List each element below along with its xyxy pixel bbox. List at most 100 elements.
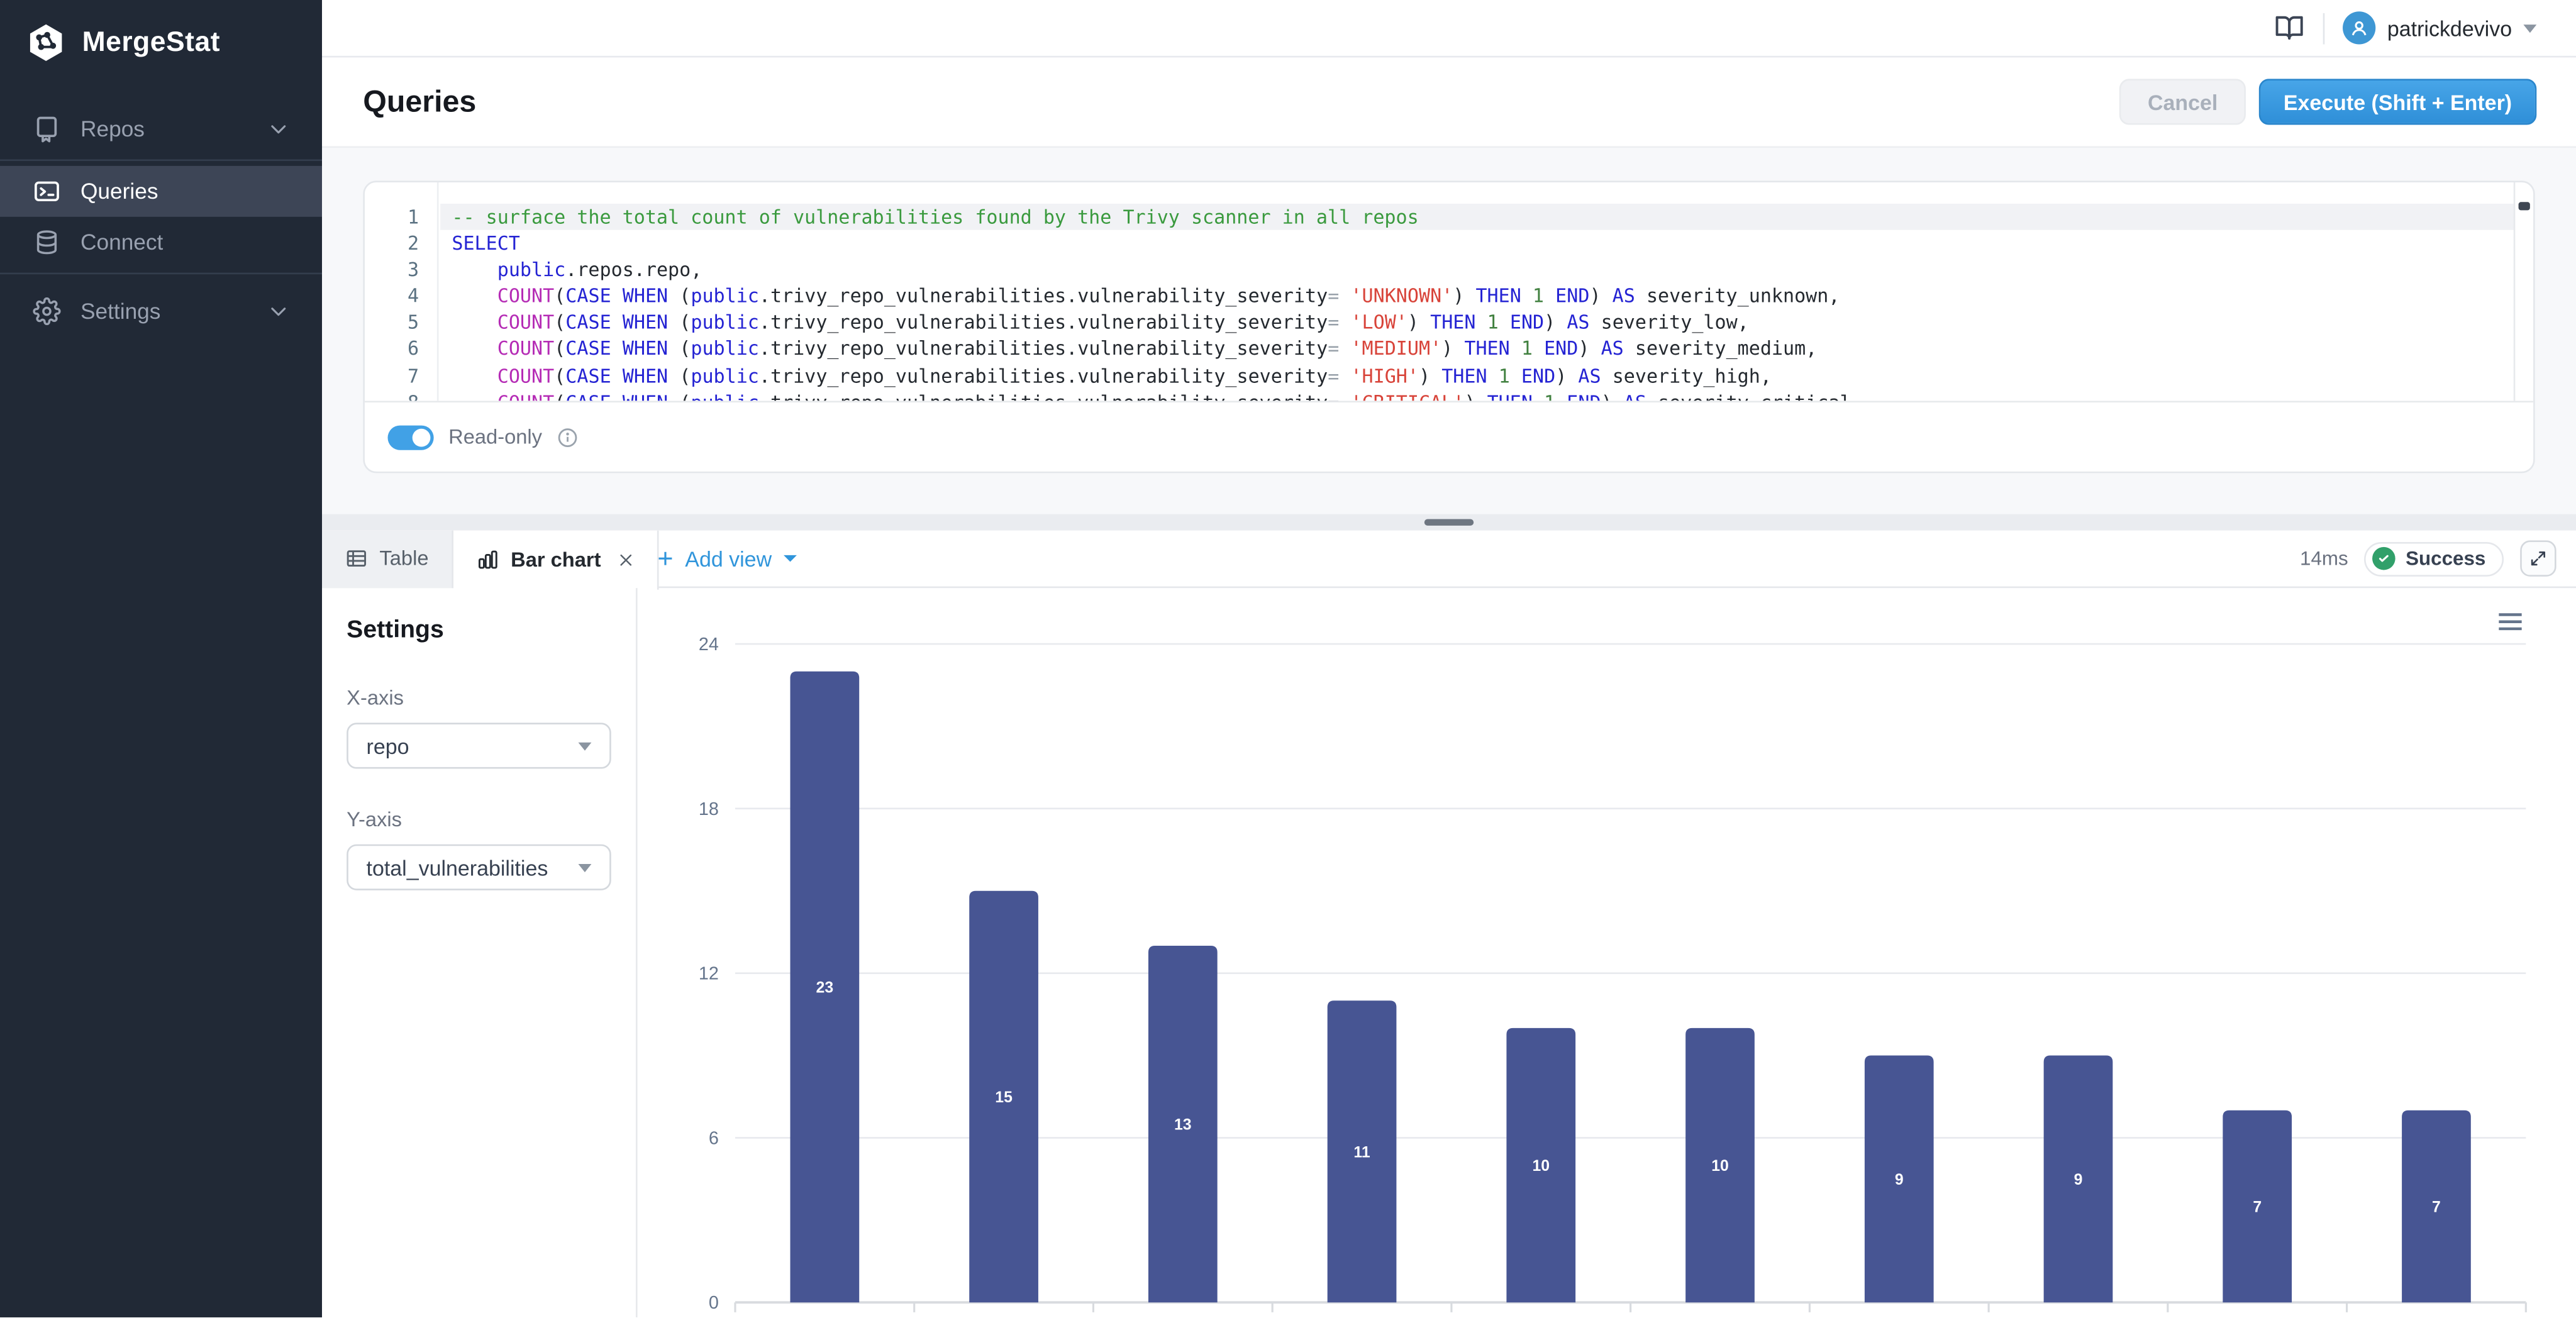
bar-value-label: 9: [1895, 1171, 1904, 1188]
y-tick-label: 6: [709, 1128, 719, 1148]
editor-scrollbar[interactable]: [2514, 182, 2533, 401]
toggle-knob: [413, 428, 431, 446]
sidebar-item-label: Settings: [80, 299, 160, 323]
execute-button[interactable]: Execute (Shift + Enter): [2259, 79, 2537, 125]
user-name: patrickdevivo: [2387, 16, 2512, 40]
y-tick-label: 12: [699, 964, 719, 984]
code-line-7: COUNT(CASE WHEN (public.trivy_repo_vulne…: [440, 362, 2515, 389]
tab-table[interactable]: Table: [322, 529, 453, 588]
sidebar-item-label: Queries: [80, 179, 158, 204]
y-axis-select[interactable]: total_vulnerabilities: [347, 845, 611, 890]
sidebar-divider: [0, 273, 322, 275]
status-badge: Success: [2365, 541, 2504, 576]
sidebar-item-settings[interactable]: Settings: [0, 286, 322, 337]
sidebar-nav: Repos Queries Connect Settings: [0, 104, 322, 337]
mergestat-logo[interactable]: MergeStat: [25, 19, 220, 65]
bar-chart-icon: [476, 548, 499, 572]
database-icon: [33, 228, 60, 256]
sidebar-item-repos[interactable]: Repos: [0, 104, 322, 155]
sidebar-item-queries[interactable]: Queries: [0, 166, 322, 217]
table-icon: [345, 548, 369, 571]
bar-value-label: 10: [1532, 1158, 1550, 1175]
sidebar-item-label: Connect: [80, 230, 163, 255]
y-axis-value: total_vulnerabilities: [367, 855, 548, 880]
bar-value-label: 23: [816, 980, 834, 997]
code-line-1: -- surface the total count of vulnerabil…: [440, 204, 2515, 230]
info-icon: [557, 426, 579, 448]
gear-icon: [33, 297, 60, 325]
close-tab-icon[interactable]: [618, 551, 634, 568]
bar-chart: 241812602315131110109977: [639, 588, 2576, 1318]
sidebar: MergeStat Repos Queries Connect Settings: [0, 0, 322, 1318]
user-avatar-icon: [2343, 11, 2375, 44]
add-view-label: Add view: [685, 546, 772, 571]
code-line-5: COUNT(CASE WHEN (public.trivy_repo_vulne…: [440, 309, 2515, 336]
line-number: 6: [365, 336, 437, 362]
settings-title: Settings: [347, 616, 444, 644]
caret-down-icon: [579, 863, 592, 872]
bar-value-label: 10: [1711, 1158, 1729, 1175]
sidebar-item-label: Repos: [80, 116, 145, 141]
status-label: Success: [2406, 548, 2485, 571]
readonly-row: Read-only: [365, 401, 2533, 471]
bar-chart-area: 241812602315131110109977: [639, 588, 2576, 1318]
editor-section: 12345678 -- surface the total count of v…: [322, 148, 2576, 514]
bar-value-label: 7: [2253, 1199, 2262, 1216]
results-body: Settings X-axis repo Y-axis total_vulner…: [322, 588, 2576, 1318]
results-tabbar: Table Bar chart Add view 14ms Success: [322, 529, 2576, 588]
chart-settings-panel: Settings X-axis repo Y-axis total_vulner…: [322, 588, 638, 1318]
code-line-4: COUNT(CASE WHEN (public.trivy_repo_vulne…: [440, 283, 2515, 309]
repo-book-icon: [33, 115, 60, 143]
line-number: 2: [365, 230, 437, 257]
page-header: Queries Cancel Execute (Shift + Enter): [322, 57, 2576, 148]
pane-resize-band: [322, 514, 2576, 530]
code-line-3: public.repos.repo,: [440, 257, 2515, 283]
pane-resize-handle[interactable]: [1424, 518, 1474, 526]
results-section: Table Bar chart Add view 14ms Success: [322, 529, 2576, 1318]
app-title: MergeStat: [82, 26, 220, 59]
bar-value-label: 15: [995, 1089, 1013, 1106]
tabbar-right: 14ms Success: [2300, 529, 2557, 588]
query-duration: 14ms: [2300, 548, 2348, 571]
topbar: patrickdevivo: [322, 0, 2576, 57]
topbar-right: patrickdevivo: [2274, 0, 2537, 56]
user-menu[interactable]: patrickdevivo: [2343, 11, 2536, 44]
sql-code-editor[interactable]: 12345678 -- surface the total count of v…: [365, 182, 2533, 401]
topbar-divider: [2323, 13, 2325, 44]
editor-scrollbar-thumb[interactable]: [2519, 202, 2530, 210]
add-view-button[interactable]: Add view: [655, 529, 796, 588]
line-number: 1: [365, 204, 437, 230]
plus-icon: [655, 549, 675, 568]
readonly-toggle[interactable]: [387, 424, 433, 449]
docs-book-icon[interactable]: [2274, 13, 2306, 43]
code-line-8: COUNT(CASE WHEN (public.trivy_repo_vulne…: [440, 389, 2515, 401]
sidebar-item-connect[interactable]: Connect: [0, 217, 322, 268]
page-title: Queries: [363, 57, 476, 146]
bar-value-label: 9: [2074, 1171, 2083, 1188]
chart-menu-icon[interactable]: [2499, 612, 2522, 631]
sql-editor-card: 12345678 -- surface the total count of v…: [363, 180, 2534, 473]
fullscreen-button[interactable]: [2520, 541, 2556, 577]
app-window: MergeStat Repos Queries Connect Settings: [0, 0, 2576, 1318]
code-lines: -- surface the total count of vulnerabil…: [440, 182, 2515, 401]
cancel-button[interactable]: Cancel: [2120, 79, 2246, 125]
tab-bar-chart[interactable]: Bar chart: [453, 529, 658, 589]
caret-down-icon: [579, 741, 592, 750]
caret-down-icon: [2523, 24, 2536, 32]
header-actions: Cancel Execute (Shift + Enter): [2120, 79, 2537, 125]
mergestat-logo-icon: [25, 21, 67, 64]
y-tick-label: 18: [699, 799, 719, 819]
x-axis-label: X-axis: [347, 687, 404, 710]
expand-icon: [2528, 549, 2548, 568]
y-tick-label: 24: [699, 634, 719, 655]
tab-label: Table: [379, 548, 428, 571]
line-number: 4: [365, 283, 437, 309]
y-axis-label: Y-axis: [347, 808, 402, 831]
main-area: patrickdevivo Queries Cancel Execute (Sh…: [322, 0, 2576, 1318]
chevron-down-icon: [268, 301, 289, 322]
line-number: 5: [365, 309, 437, 336]
line-number: 7: [365, 362, 437, 389]
chevron-down-icon: [268, 118, 289, 140]
code-line-2: SELECT: [440, 230, 2515, 257]
x-axis-select[interactable]: repo: [347, 723, 611, 768]
